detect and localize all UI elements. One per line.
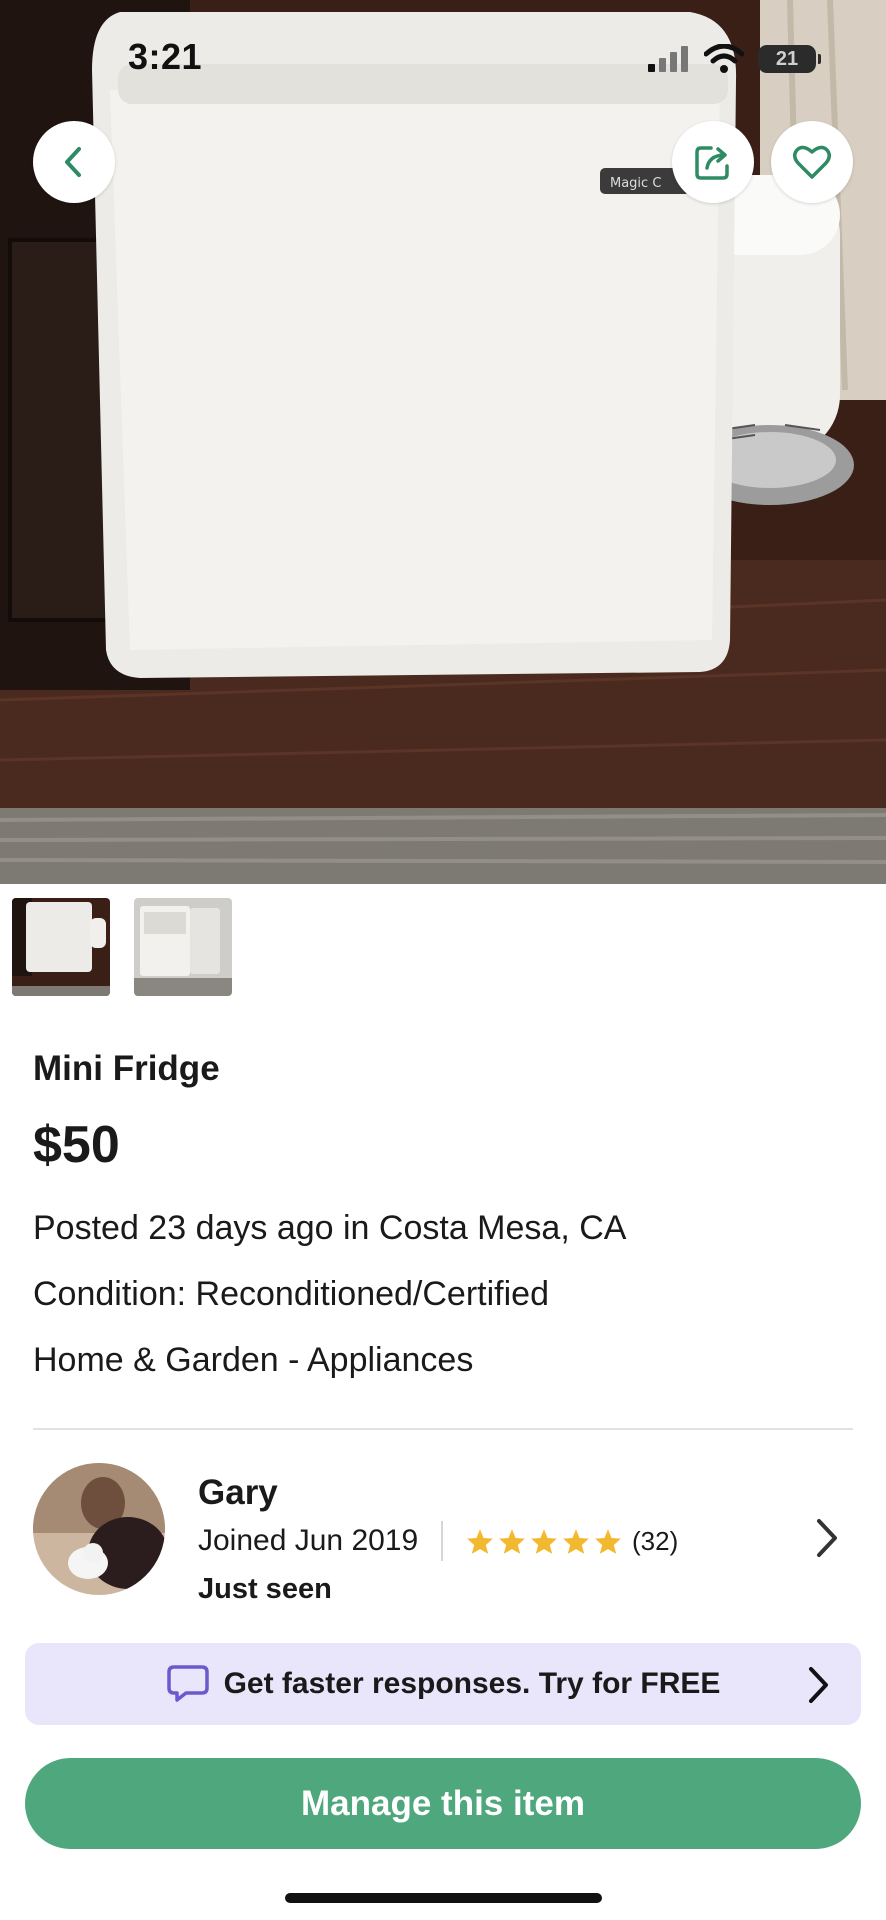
seller-profile-link[interactable] <box>812 1516 842 1565</box>
seller-rating: (32) <box>466 1526 678 1557</box>
chevron-right-icon <box>817 1519 837 1557</box>
star-icon <box>467 1529 493 1554</box>
avatar-image <box>33 1463 165 1595</box>
listing-posted: Posted 23 days ago in Costa Mesa, CA <box>33 1209 627 1247</box>
status-icons: 21 <box>648 44 821 74</box>
wifi-icon <box>704 44 744 73</box>
seller-last-seen: Just seen <box>198 1573 332 1605</box>
status-time: 3:21 <box>128 36 203 77</box>
heart-icon <box>793 145 831 179</box>
seller-avatar[interactable] <box>33 1463 165 1595</box>
seller-name: Gary <box>198 1473 278 1512</box>
star-icon <box>563 1529 589 1554</box>
share-icon <box>695 146 729 180</box>
chat-bubble-icon <box>166 1665 209 1702</box>
battery-indicator: 21 <box>758 45 821 73</box>
chevron-right-icon <box>809 1667 828 1703</box>
listing-price: $50 <box>33 1116 120 1174</box>
home-indicator <box>285 1893 602 1903</box>
thumbnail-1-image <box>12 898 110 996</box>
brand-badge-text: Magic C <box>610 176 661 191</box>
star-icon <box>499 1529 525 1554</box>
status-bar: 3:21 21 <box>0 0 886 110</box>
favorite-button[interactable] <box>771 121 853 203</box>
signal-icon <box>648 46 688 72</box>
share-button[interactable] <box>672 121 754 203</box>
section-divider <box>33 1428 853 1430</box>
thumbnail-2[interactable] <box>134 898 232 996</box>
star-icon <box>531 1529 557 1554</box>
promo-chevron <box>805 1665 831 1710</box>
star-icon <box>595 1529 621 1554</box>
thumbnail-2-image <box>134 898 232 996</box>
seller-joined: Joined Jun 2019 <box>198 1524 419 1557</box>
battery-level: 21 <box>775 47 799 70</box>
listing-category[interactable]: Home & Garden - Appliances <box>33 1341 473 1380</box>
listing-title: Mini Fridge <box>33 1049 220 1088</box>
listing-condition: Condition: Reconditioned/Certified <box>33 1275 549 1313</box>
promo-banner[interactable]: Get faster responses. Try for FREE <box>25 1643 861 1725</box>
photo-thumbnails <box>12 898 232 996</box>
back-button[interactable] <box>33 121 115 203</box>
listing-main-photo[interactable]: Magic C 3:21 21 <box>0 0 886 884</box>
review-count: (32) <box>632 1526 679 1556</box>
promo-text: Get faster responses. Try for FREE <box>223 1667 721 1700</box>
seller-separator <box>441 1521 443 1561</box>
thumbnail-1[interactable] <box>12 898 110 996</box>
fridge-photo: Magic C <box>0 0 886 884</box>
manage-item-button[interactable]: Manage this item <box>25 1758 861 1849</box>
chevron-left-icon <box>65 147 81 177</box>
